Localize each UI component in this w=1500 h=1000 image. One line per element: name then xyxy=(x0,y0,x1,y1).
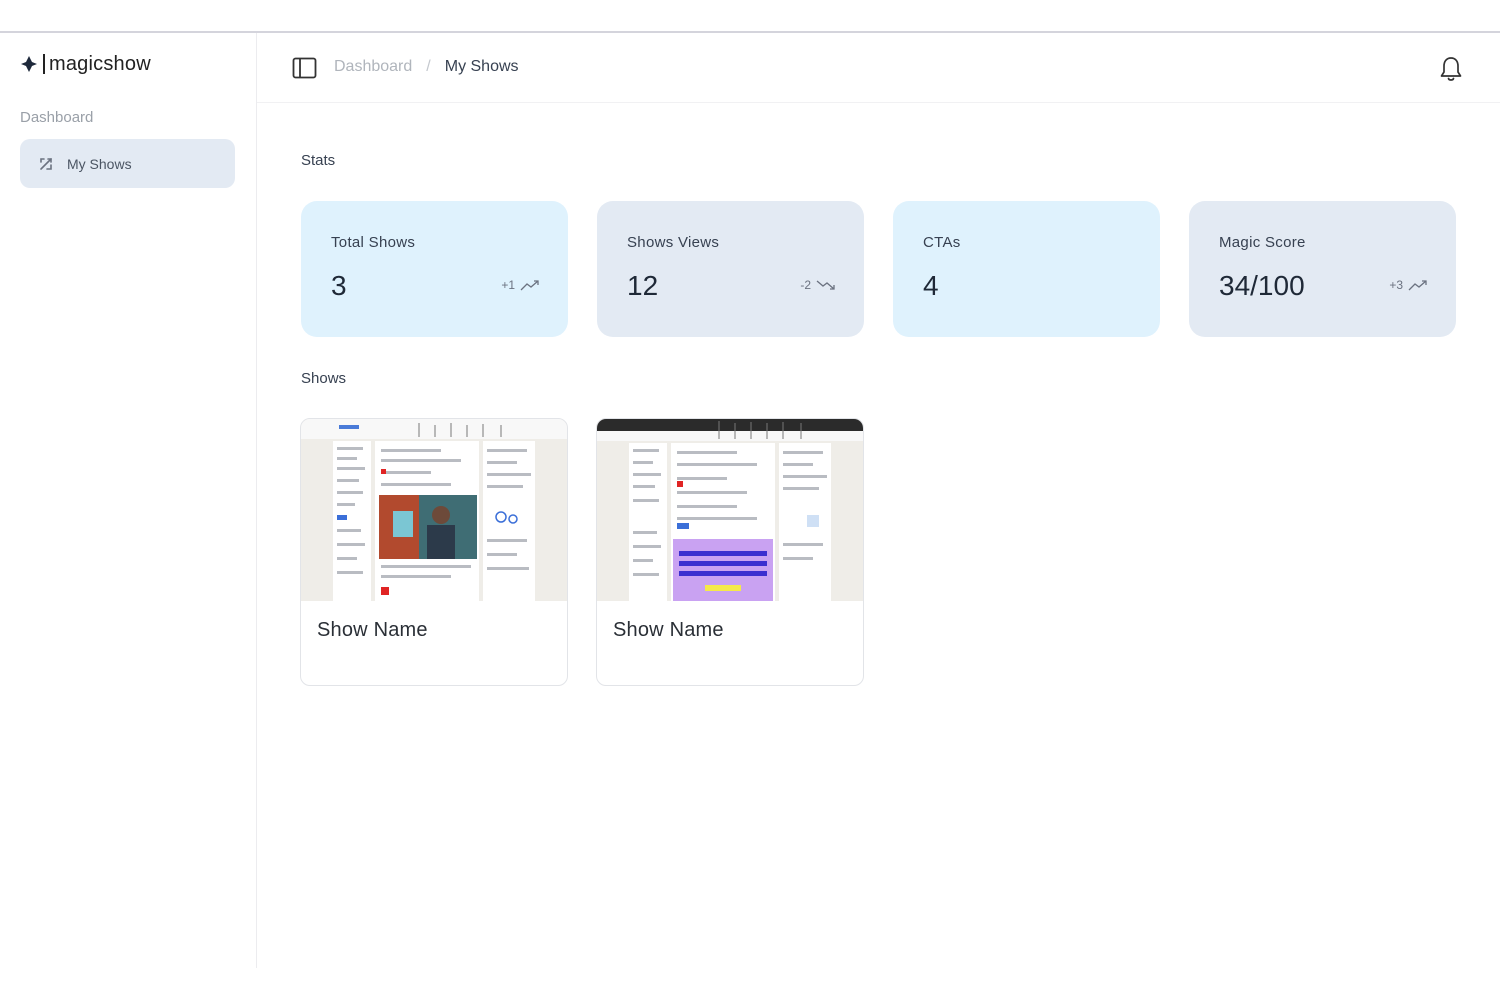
show-name: Show Name xyxy=(613,619,724,641)
browser-screenshot-thumbnail xyxy=(597,419,863,601)
stat-value: 34/100 xyxy=(1219,270,1305,301)
stat-value: 3 xyxy=(331,270,347,301)
stat-delta: +1 xyxy=(501,278,540,292)
brand-name: magicshow xyxy=(49,52,151,75)
stat-card-total-shows: Total Shows 3 +1 xyxy=(301,201,568,337)
trend-up-icon xyxy=(1408,280,1427,291)
top-header: Dashboard / My Shows xyxy=(257,33,1500,103)
breadcrumb-dashboard[interactable]: Dashboard xyxy=(334,58,412,76)
sidebar: magicshow Dashboard My Shows xyxy=(0,33,257,968)
brand-divider xyxy=(43,54,45,74)
breadcrumb-separator: / xyxy=(426,58,431,75)
shows-icon xyxy=(40,157,52,170)
stat-card-shows-views: Shows Views 12 -2 xyxy=(597,201,864,337)
stats-heading: Stats xyxy=(301,152,336,169)
diamond-icon xyxy=(21,56,37,72)
stat-value: 12 xyxy=(627,270,659,301)
stat-value: 4 xyxy=(923,270,939,301)
sidebar-toggle-icon[interactable] xyxy=(292,57,317,79)
stat-delta-value: +1 xyxy=(501,278,515,292)
stat-card-ctas: CTAs 4 xyxy=(893,201,1160,337)
stat-label: CTAs xyxy=(923,234,961,251)
show-thumbnail xyxy=(301,419,567,601)
sidebar-item-my-shows[interactable]: My Shows xyxy=(20,139,235,188)
brand-logo[interactable]: magicshow xyxy=(20,51,151,77)
stat-delta: -2 xyxy=(800,278,836,292)
stat-delta: +3 xyxy=(1389,278,1428,292)
browser-screenshot-thumbnail xyxy=(301,419,567,601)
show-thumbnail xyxy=(597,419,863,601)
sidebar-section-dashboard[interactable]: Dashboard xyxy=(20,109,93,126)
sidebar-item-label: My Shows xyxy=(67,155,132,172)
stat-label: Magic Score xyxy=(1219,234,1306,251)
shows-heading: Shows xyxy=(301,370,347,387)
stat-card-magic-score: Magic Score 34/100 +3 xyxy=(1189,201,1456,337)
trend-up-icon xyxy=(520,280,539,291)
show-card[interactable]: Show Name xyxy=(596,418,864,686)
stat-delta-value: -2 xyxy=(800,278,811,292)
breadcrumb-my-shows: My Shows xyxy=(444,58,519,75)
bell-icon[interactable] xyxy=(1438,55,1464,83)
show-name: Show Name xyxy=(317,619,428,641)
breadcrumb: Dashboard / My Shows xyxy=(334,58,519,76)
trend-down-icon xyxy=(816,280,835,290)
show-card[interactable]: Show Name xyxy=(300,418,568,686)
stat-delta-value: +3 xyxy=(1389,278,1403,292)
stat-label: Shows Views xyxy=(627,234,720,251)
stat-label: Total Shows xyxy=(331,234,416,251)
